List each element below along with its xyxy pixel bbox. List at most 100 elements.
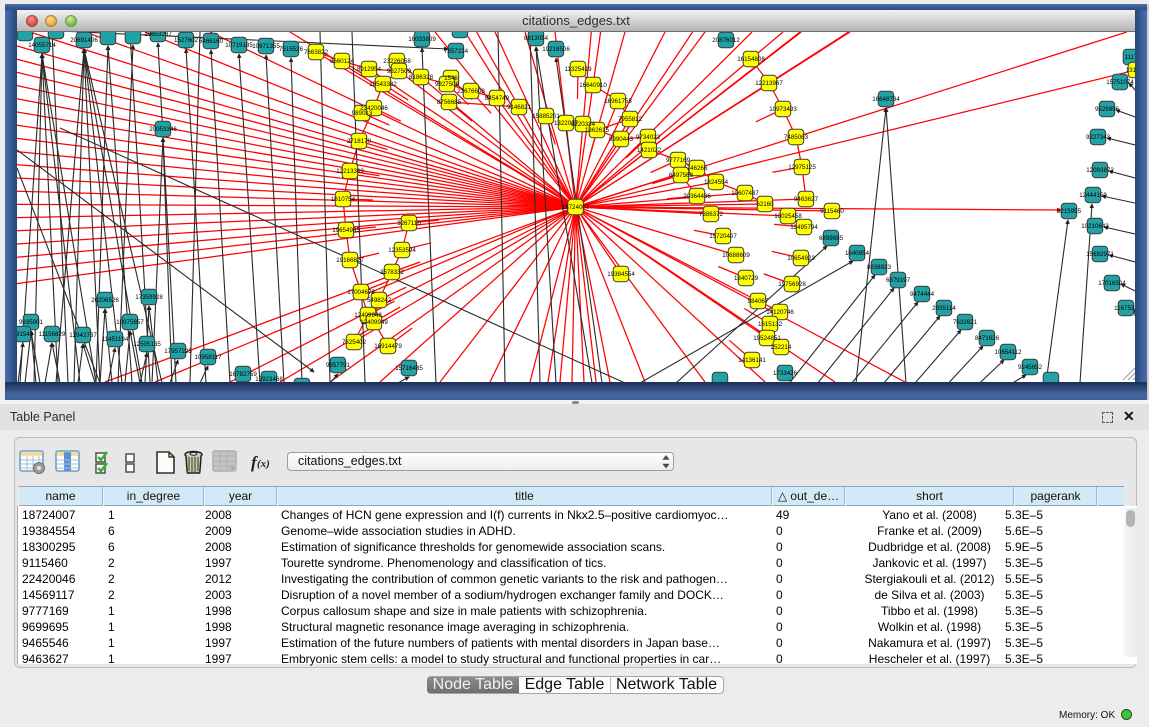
svg-text:131325: 131325: [1126, 67, 1135, 74]
svg-text:8186328: 8186328: [409, 74, 434, 81]
svg-text:15692971: 15692971: [1086, 251, 1114, 258]
svg-text:9827509: 9827509: [387, 68, 412, 75]
svg-text:9227343: 9227343: [1086, 134, 1111, 141]
svg-text:7857224: 7857224: [444, 48, 469, 55]
svg-text:2718170: 2718170: [347, 138, 372, 145]
svg-text:9827508: 9827508: [435, 81, 460, 88]
svg-text:1362615: 1362615: [585, 127, 610, 134]
svg-text:20691406: 20691406: [70, 37, 98, 44]
svg-text:10025458: 10025458: [774, 213, 802, 220]
svg-text:20053346: 20053346: [149, 126, 177, 133]
svg-text:2935114: 2935114: [932, 305, 956, 312]
svg-text:62160: 62160: [756, 201, 774, 208]
svg-text:3267110: 3267110: [397, 220, 421, 227]
svg-text:3578332: 3578332: [380, 269, 405, 276]
svg-text:7955812: 7955812: [618, 116, 643, 123]
svg-text:8938923: 8938923: [867, 264, 892, 271]
svg-text:8813054: 8813054: [524, 35, 549, 42]
svg-text:252214: 252214: [771, 344, 792, 351]
svg-text:19218506: 19218506: [542, 46, 570, 53]
svg-text:19524851: 19524851: [753, 335, 781, 342]
svg-text:10958117: 10958117: [194, 354, 222, 361]
svg-text:5498242: 5498242: [367, 297, 392, 304]
svg-text:11325419: 11325419: [564, 66, 592, 73]
svg-text:16782759: 16782759: [229, 371, 257, 378]
svg-text:12353594: 12353594: [388, 247, 416, 254]
svg-text:10607487: 10607487: [731, 190, 759, 197]
svg-text:23226058: 23226058: [383, 58, 411, 65]
svg-text:17957225: 17957225: [164, 348, 192, 355]
svg-text:1527602: 1527602: [174, 37, 199, 44]
svg-text:17004678: 17004678: [347, 289, 375, 296]
svg-text:1640954: 1640954: [845, 250, 870, 257]
svg-text:6879197: 6879197: [886, 277, 911, 284]
svg-text:11451194: 11451194: [102, 336, 129, 343]
svg-text:6497568: 6497568: [669, 172, 694, 179]
svg-text:7485063: 7485063: [784, 134, 809, 141]
svg-text:10543382: 10543382: [369, 81, 397, 88]
svg-text:1610754: 1610754: [331, 196, 356, 203]
svg-text:1615132: 1615132: [758, 321, 783, 328]
svg-text:13495794: 13495794: [790, 224, 818, 231]
svg-text:9474444: 9474444: [910, 291, 935, 298]
svg-text:15885201: 15885201: [532, 113, 560, 120]
svg-text:10975857: 10975857: [116, 319, 144, 326]
svg-text:19654985: 19654985: [332, 227, 360, 234]
svg-text:23676608: 23676608: [457, 88, 485, 95]
svg-text:1733426: 1733426: [773, 370, 798, 377]
svg-text:14120746: 14120746: [766, 309, 794, 316]
svg-text:8912954: 8912954: [357, 66, 382, 73]
svg-text:8660124: 8660124: [330, 58, 355, 65]
svg-text:10973493: 10973493: [769, 106, 797, 113]
svg-text:12213369: 12213369: [336, 168, 364, 175]
svg-text:20876012: 20876012: [712, 37, 740, 44]
svg-text:8454749: 8454749: [485, 95, 510, 102]
svg-text:14055714: 14055714: [28, 42, 56, 49]
svg-text:1322037: 1322037: [554, 120, 579, 127]
svg-text:12093872: 12093872: [1086, 167, 1114, 174]
svg-text:15716485: 15716485: [395, 365, 423, 372]
svg-text:10719185: 10719185: [225, 42, 253, 49]
svg-text:12942737: 12942737: [69, 332, 97, 339]
svg-text:18724007: 18724007: [562, 204, 590, 211]
svg-text:7515526: 7515526: [279, 46, 304, 53]
svg-text:17016504: 17016504: [1098, 280, 1126, 287]
svg-text:20206526: 20206526: [91, 297, 119, 304]
svg-text:984067: 984067: [748, 298, 769, 305]
svg-text:12975125: 12975125: [788, 164, 816, 171]
svg-text:9245652: 9245652: [1018, 364, 1043, 371]
svg-text:23420046: 23420046: [360, 105, 388, 112]
svg-text:9935001: 9935001: [19, 319, 44, 326]
svg-text:8471626: 8471626: [975, 335, 1000, 342]
svg-text:(x): (x): [257, 458, 270, 470]
svg-text:1421022: 1421022: [637, 147, 662, 154]
svg-text:20364436: 20364436: [683, 193, 711, 200]
svg-text:10654112: 10654112: [994, 349, 1022, 356]
svg-text:19166827: 19166827: [336, 257, 364, 264]
svg-text:16914479: 16914479: [374, 343, 402, 350]
svg-text:7663822: 7663822: [304, 49, 329, 56]
svg-text:10688609: 10688609: [722, 252, 750, 259]
svg-text:9529996: 9529996: [1095, 106, 1120, 113]
svg-text:12923468: 12923468: [255, 376, 283, 382]
svg-text:9115460: 9115460: [820, 208, 844, 215]
svg-text:8756685: 8756685: [437, 99, 462, 106]
svg-text:12444159: 12444159: [1079, 192, 1107, 199]
svg-text:1824554: 1824554: [704, 179, 729, 186]
svg-text:12409948: 12409948: [354, 312, 382, 319]
svg-text:10654923: 10654923: [787, 255, 815, 262]
svg-text:16033809: 16033809: [408, 36, 436, 43]
svg-text:16640910: 16640910: [579, 82, 607, 89]
svg-text:1167533: 1167533: [1114, 305, 1135, 312]
svg-text:9734023: 9734023: [636, 134, 661, 141]
svg-text:12409949: 12409949: [360, 319, 388, 326]
svg-text:7625402: 7625402: [342, 339, 367, 346]
svg-text:16648784: 16648784: [872, 96, 900, 103]
svg-text:19384554: 19384554: [607, 271, 635, 278]
svg-text:15720407: 15720407: [709, 233, 737, 240]
svg-text:17359928: 17359928: [135, 294, 163, 301]
svg-text:6899695: 6899695: [819, 235, 844, 242]
svg-text:15751074: 15751074: [1106, 79, 1134, 86]
svg-text:10210643: 10210643: [1081, 223, 1109, 230]
svg-text:7632621: 7632621: [953, 319, 978, 326]
